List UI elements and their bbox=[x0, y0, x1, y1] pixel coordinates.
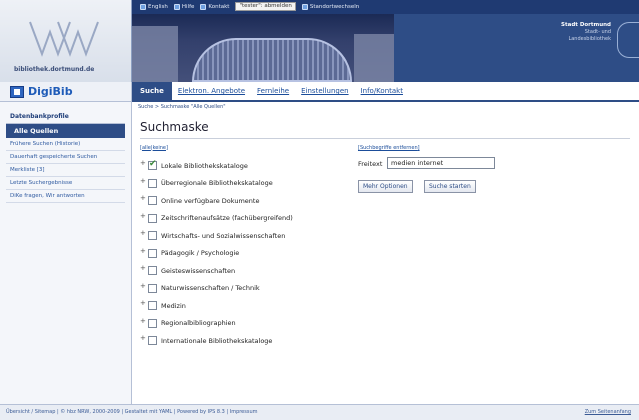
breadcrumb: Suche > Suchmaske "Alle Quellen" bbox=[138, 104, 226, 110]
contact-icon bbox=[200, 3, 207, 10]
expand-plus-icon[interactable]: + bbox=[140, 230, 148, 237]
contact-link[interactable]: Kontakt bbox=[200, 3, 229, 10]
category-label: Regionalbibliographien bbox=[161, 319, 236, 328]
page: bibliothek.dortmund.de English Hilfe Kon… bbox=[0, 0, 639, 420]
city-crest-icon bbox=[617, 22, 639, 58]
main-nav: Suche Elektron. Angebote Fernleihe Einst… bbox=[132, 82, 639, 102]
language-link[interactable]: English bbox=[140, 3, 168, 10]
expand-plus-icon[interactable]: + bbox=[140, 247, 148, 255]
list-item: + Naturwissenschaften / Technik bbox=[140, 280, 293, 298]
building-shape bbox=[354, 34, 394, 82]
expand-plus-icon[interactable]: + bbox=[140, 300, 148, 307]
category-label: Geisteswissenschaften bbox=[161, 266, 236, 275]
category-checkbox[interactable] bbox=[148, 318, 157, 328]
library-logo-mark-icon bbox=[29, 21, 99, 57]
select-links: [alle|keine] bbox=[140, 145, 168, 151]
help-link[interactable]: Hilfe bbox=[173, 3, 194, 10]
library-rotunda-shape bbox=[192, 38, 352, 82]
top-bar: English Hilfe Kontakt "tester": abmelden… bbox=[132, 0, 639, 14]
list-item: + Wirtschafts- und Sozialwissenschaften bbox=[140, 227, 293, 245]
sidebar-item-last-results[interactable]: Letzte Suchergebnisse bbox=[6, 177, 125, 190]
sidebar-item-watchlist[interactable]: Merkliste [3] bbox=[6, 164, 125, 177]
flag-icon bbox=[140, 3, 146, 10]
category-checkbox[interactable] bbox=[148, 213, 157, 223]
list-item: + Pädagogik / Psychologie bbox=[140, 245, 293, 263]
category-checkbox[interactable] bbox=[148, 159, 157, 171]
list-item: + Online verfügbare Dokumente bbox=[140, 192, 293, 210]
select-none-link[interactable]: keine bbox=[153, 145, 166, 151]
tab-info-kontakt[interactable]: Info/Kontakt bbox=[355, 82, 409, 100]
category-label: Zeitschriftenaufsätze (fachübergreifend) bbox=[161, 214, 293, 223]
digibib-brand[interactable]: DigiBib bbox=[0, 82, 132, 102]
brand-name: DigiBib bbox=[28, 85, 73, 98]
category-label: Wirtschafts- und Sozialwissenschaften bbox=[161, 231, 286, 240]
list-item: + Zeitschriftenaufsätze (fachübergreifen… bbox=[140, 210, 293, 228]
sidebar-heading: Datenbankprofile bbox=[6, 110, 125, 124]
freitext-label: Freitext bbox=[358, 160, 383, 168]
category-label: Pädagogik / Psychologie bbox=[161, 249, 240, 258]
category-label: Internationale Bibliothekskataloge bbox=[161, 336, 273, 345]
location-link[interactable]: Standortwechseln bbox=[301, 3, 359, 10]
footer-links[interactable]: Übersicht / Sitemap | © hbz NRW, 2000-20… bbox=[6, 409, 258, 415]
header: bibliothek.dortmund.de English Hilfe Kon… bbox=[0, 0, 639, 82]
city-label: Stadt Dortmund Stadt- und Landesbiblioth… bbox=[561, 22, 611, 42]
footer: Übersicht / Sitemap | © hbz NRW, 2000-20… bbox=[0, 404, 639, 420]
category-checkbox[interactable] bbox=[148, 336, 157, 346]
title-divider bbox=[140, 138, 630, 139]
remove-search-terms-link[interactable]: [Suchbegriffe entfernen] bbox=[358, 145, 420, 151]
expand-plus-icon[interactable]: + bbox=[140, 212, 148, 220]
list-item: + Überregionale Bibliothekskataloge bbox=[140, 175, 293, 193]
expand-plus-icon[interactable]: + bbox=[140, 195, 148, 202]
sidebar-item-ask-dike[interactable]: DiKe fragen, Wir antworten bbox=[6, 190, 125, 203]
library-logo[interactable]: bibliothek.dortmund.de bbox=[0, 0, 132, 82]
tab-einstellungen[interactable]: Einstellungen bbox=[295, 82, 354, 100]
back-to-top-link[interactable]: Zum Seitenanfang bbox=[585, 409, 631, 415]
category-checkbox[interactable] bbox=[148, 266, 157, 276]
logout-button[interactable]: "tester": abmelden bbox=[235, 2, 296, 11]
digibib-logo-icon bbox=[10, 86, 24, 98]
category-list: + Lokale Bibliothekskataloge + Überregio… bbox=[140, 157, 293, 350]
category-label: Medizin bbox=[161, 301, 186, 310]
expand-plus-icon[interactable]: + bbox=[140, 317, 148, 325]
header-banner-image bbox=[132, 14, 394, 82]
sidebar-item-saved-searches[interactable]: Dauerhaft gespeicherte Suchen bbox=[6, 151, 125, 164]
category-label: Überregionale Bibliothekskataloge bbox=[161, 179, 273, 188]
list-item: + Regionalbibliographien bbox=[140, 315, 293, 333]
select-all-link[interactable]: alle bbox=[142, 145, 151, 151]
list-item: + Lokale Bibliothekskataloge bbox=[140, 157, 293, 175]
sidebar-item-history[interactable]: Frühere Suchen (Historie) bbox=[6, 138, 125, 151]
expand-plus-icon[interactable]: + bbox=[140, 265, 148, 272]
help-icon bbox=[173, 3, 180, 10]
category-label: Lokale Bibliothekskataloge bbox=[161, 161, 248, 170]
freitext-input[interactable] bbox=[387, 157, 495, 169]
category-label: Online verfügbare Dokumente bbox=[161, 196, 260, 205]
category-checkbox[interactable] bbox=[148, 248, 157, 258]
page-title: Suchmaske bbox=[140, 120, 209, 134]
sidebar-item-alle-quellen[interactable]: Alle Quellen bbox=[6, 124, 125, 138]
location-icon bbox=[301, 3, 308, 10]
list-item: + Internationale Bibliothekskataloge bbox=[140, 332, 293, 350]
expand-plus-icon[interactable]: + bbox=[140, 335, 148, 342]
list-item: + Geisteswissenschaften bbox=[140, 262, 293, 280]
tab-fernleihe[interactable]: Fernleihe bbox=[251, 82, 295, 100]
expand-plus-icon[interactable]: + bbox=[140, 160, 148, 167]
category-checkbox[interactable] bbox=[148, 196, 157, 206]
logo-text: bibliothek.dortmund.de bbox=[14, 66, 95, 73]
category-checkbox[interactable] bbox=[148, 231, 157, 241]
expand-plus-icon[interactable]: + bbox=[140, 177, 148, 185]
tab-suche[interactable]: Suche bbox=[132, 82, 172, 100]
category-checkbox[interactable] bbox=[148, 283, 157, 293]
category-label: Naturwissenschaften / Technik bbox=[161, 284, 260, 293]
category-checkbox[interactable] bbox=[148, 301, 157, 311]
category-checkbox[interactable] bbox=[148, 178, 157, 188]
building-shape bbox=[132, 26, 178, 82]
start-search-button[interactable]: Suche starten bbox=[424, 180, 476, 193]
sidebar: Datenbankprofile Alle Quellen Frühere Su… bbox=[0, 102, 132, 404]
tab-elektron-angebote[interactable]: Elektron. Angebote bbox=[172, 82, 251, 100]
list-item: + Medizin bbox=[140, 297, 293, 315]
more-options-button[interactable]: Mehr Optionen bbox=[358, 180, 413, 193]
expand-plus-icon[interactable]: + bbox=[140, 282, 148, 290]
